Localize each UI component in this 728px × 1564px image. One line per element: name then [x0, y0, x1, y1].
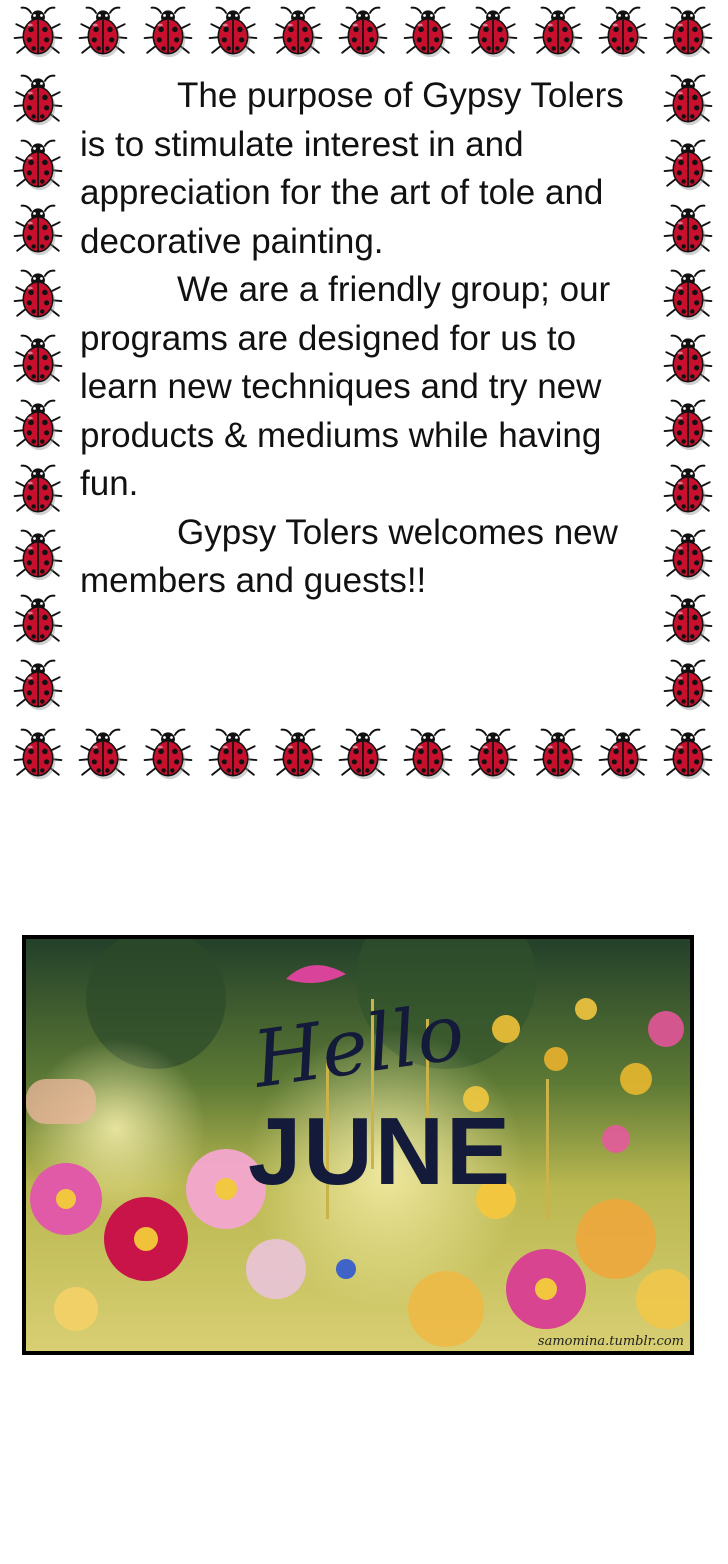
ladybug-icon	[662, 72, 714, 128]
ladybug-icon	[662, 592, 714, 648]
ladybug-icon	[12, 72, 64, 128]
ladybug-icon	[662, 527, 714, 583]
ladybug-icon	[402, 726, 454, 782]
ladybug-icon	[272, 4, 324, 60]
hello-june-photo: Hello JUNE samomina.tumblr.com	[22, 935, 694, 1355]
ladybug-icon	[662, 137, 714, 193]
ladybug-icon	[12, 592, 64, 648]
ladybug-icon	[402, 4, 454, 60]
ladybug-icon	[662, 267, 714, 323]
ladybug-icon	[532, 4, 584, 60]
ladybug-icon	[207, 726, 259, 782]
ladybug-icon	[77, 726, 129, 782]
ladybug-icon	[662, 397, 714, 453]
ladybug-icon	[467, 4, 519, 60]
ladybug-icon	[12, 202, 64, 258]
purpose-paragraph-2: We are a friendly group; our programs ar…	[80, 270, 611, 503]
ladybug-icon	[142, 4, 194, 60]
ladybug-icon	[77, 4, 129, 60]
ladybug-icon	[662, 4, 714, 60]
ladybug-icon	[207, 4, 259, 60]
ladybug-icon	[337, 4, 389, 60]
ladybug-icon	[142, 726, 194, 782]
ladybug-icon	[467, 726, 519, 782]
purpose-paragraph-3: Gypsy Tolers welcomes new members and gu…	[80, 512, 618, 601]
ladybug-icon	[12, 527, 64, 583]
ladybug-icon	[12, 657, 64, 713]
purpose-paragraph-1: The purpose of Gypsy Tolers is to stimul…	[80, 76, 624, 261]
ladybug-icon	[12, 397, 64, 453]
ladybug-icon	[12, 137, 64, 193]
june-text: JUNE	[248, 1098, 512, 1205]
ladybug-icon	[272, 726, 324, 782]
purpose-statement: The purpose of Gypsy Tolers is to stimul…	[80, 72, 655, 606]
photo-watermark: samomina.tumblr.com	[538, 1334, 684, 1349]
ladybug-icon	[12, 726, 64, 782]
ladybug-icon	[597, 726, 649, 782]
ladybug-icon	[662, 202, 714, 258]
ladybug-icon	[597, 4, 649, 60]
ladybug-icon	[532, 726, 584, 782]
ladybug-icon	[12, 332, 64, 388]
ladybug-icon	[337, 726, 389, 782]
ladybug-icon	[12, 462, 64, 518]
ladybug-icon	[662, 462, 714, 518]
ladybug-icon	[662, 332, 714, 388]
ladybug-icon	[662, 726, 714, 782]
ladybug-icon	[12, 4, 64, 60]
ladybug-icon	[662, 657, 714, 713]
flower-field-image: Hello JUNE samomina.tumblr.com	[26, 939, 690, 1351]
ladybug-icon	[12, 267, 64, 323]
